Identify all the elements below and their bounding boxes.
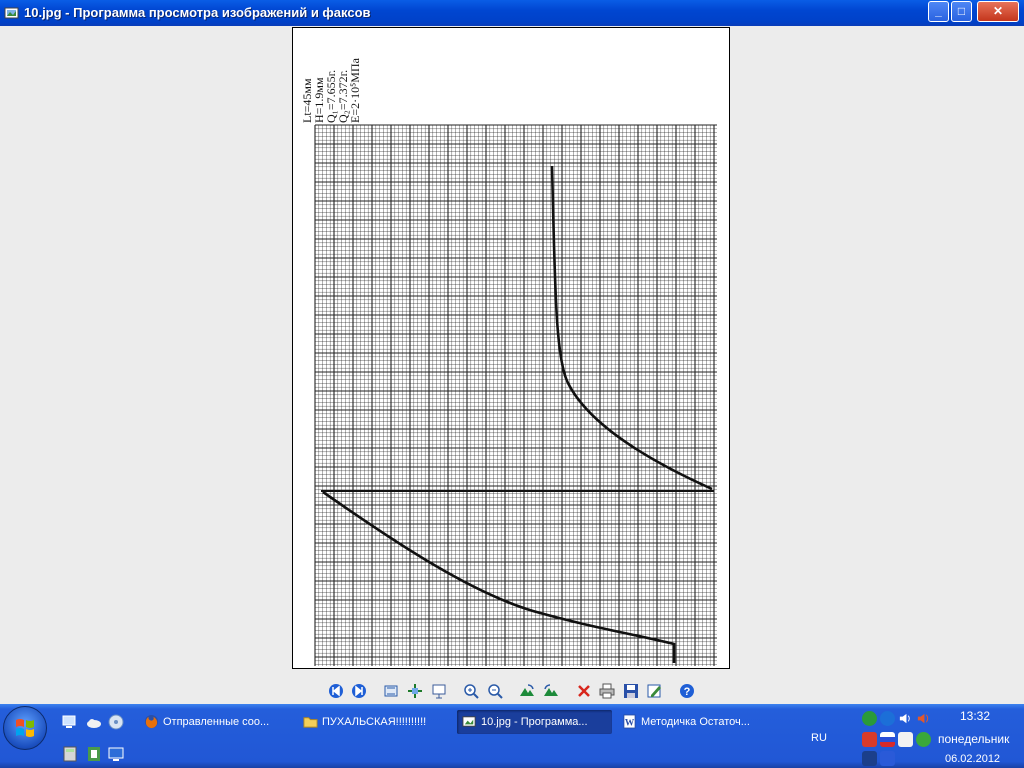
quicklaunch-media-button[interactable] bbox=[108, 714, 124, 730]
title-bar[interactable]: 10.jpg - Программа просмотра изображений… bbox=[0, 0, 1024, 26]
media-player-icon bbox=[108, 714, 124, 730]
actual-size-icon bbox=[408, 684, 422, 698]
zoom-out-icon bbox=[488, 684, 503, 699]
messenger-tray-icon[interactable] bbox=[916, 732, 931, 747]
device-tray-icon[interactable] bbox=[898, 732, 913, 747]
document-icon bbox=[88, 747, 100, 761]
help-icon: ? bbox=[680, 684, 694, 698]
close-button[interactable]: ✕ bbox=[977, 1, 1019, 22]
edit-icon bbox=[647, 684, 661, 698]
zoom-in-button[interactable] bbox=[462, 682, 480, 700]
taskbar: Отправленные соо... ПУХАЛЬСКАЯ!!!!!!!!!!… bbox=[0, 704, 1024, 768]
show-desktop-button[interactable] bbox=[62, 714, 78, 730]
svg-text:W: W bbox=[625, 718, 635, 728]
word-document-icon: W bbox=[623, 714, 636, 729]
slideshow-icon bbox=[432, 684, 446, 699]
help-button[interactable]: ? bbox=[678, 682, 696, 700]
next-image-button[interactable] bbox=[350, 682, 368, 700]
zoom-in-icon bbox=[464, 684, 479, 699]
vk-tray-icon[interactable] bbox=[880, 751, 895, 766]
rotate-counterclockwise-button[interactable] bbox=[542, 682, 560, 700]
app-tray-icon[interactable] bbox=[862, 751, 877, 766]
rotate-clockwise-button[interactable] bbox=[518, 682, 536, 700]
utorrent-tray-icon[interactable] bbox=[862, 711, 877, 726]
language-flag-icon[interactable] bbox=[880, 732, 895, 747]
viewer-toolbar: ? bbox=[0, 678, 1024, 704]
taskbar-button-label: 10.jpg - Программа... bbox=[481, 716, 588, 728]
previous-image-button[interactable] bbox=[327, 682, 345, 700]
svg-text:?: ? bbox=[684, 686, 691, 698]
best-fit-button[interactable] bbox=[382, 682, 400, 700]
cloud-icon bbox=[87, 719, 101, 728]
taskbar-button-image-viewer[interactable]: 10.jpg - Программа... bbox=[457, 710, 612, 734]
legend-line: E=2·10⁵МПа bbox=[348, 58, 362, 123]
print-button[interactable] bbox=[598, 682, 616, 700]
save-icon bbox=[624, 684, 638, 698]
image-legend: Lt=45мм H=1.9мм Q₁=7.655г. Q₂=7.372г. E=… bbox=[300, 58, 362, 123]
image-viewport[interactable]: Lt=45мм H=1.9мм Q₁=7.655г. Q₂=7.372г. E=… bbox=[0, 26, 1024, 678]
grid-lines bbox=[314, 124, 717, 666]
speaker-tray-icon[interactable] bbox=[916, 711, 931, 726]
image-viewer-icon bbox=[462, 716, 476, 727]
delete-icon bbox=[578, 685, 590, 697]
firefox-icon bbox=[144, 714, 159, 729]
slideshow-button[interactable] bbox=[430, 682, 448, 700]
monitor-icon bbox=[108, 747, 124, 761]
taskbar-button-label: ПУХАЛЬСКАЯ!!!!!!!!!! bbox=[322, 716, 427, 728]
image-viewer-icon bbox=[4, 7, 19, 19]
rotate-counterclockwise-icon bbox=[544, 684, 558, 696]
taskbar-button-label: Отправленные соо... bbox=[163, 716, 270, 728]
delete-button[interactable] bbox=[575, 682, 593, 700]
graph-paper bbox=[314, 124, 717, 666]
save-button[interactable] bbox=[622, 682, 640, 700]
edit-button[interactable] bbox=[646, 682, 664, 700]
clock-day: понедельник bbox=[938, 732, 1010, 746]
print-icon bbox=[599, 683, 615, 699]
quicklaunch-app-button[interactable] bbox=[62, 746, 78, 762]
start-button[interactable] bbox=[3, 706, 47, 750]
show-desktop-icon bbox=[62, 715, 76, 728]
zoom-out-button[interactable] bbox=[486, 682, 504, 700]
quicklaunch-app-button[interactable] bbox=[86, 746, 102, 762]
previous-image-icon bbox=[329, 684, 343, 698]
antivirus-tray-icon[interactable] bbox=[862, 732, 877, 747]
next-image-icon bbox=[352, 684, 366, 698]
language-indicator[interactable]: RU bbox=[811, 732, 827, 744]
taskbar-button-label: Методичка Остаточ... bbox=[641, 716, 750, 728]
quicklaunch-cloud-button[interactable] bbox=[86, 714, 102, 730]
calculator-icon bbox=[63, 746, 77, 762]
rotate-clockwise-icon bbox=[520, 684, 534, 696]
maximize-button[interactable]: □ bbox=[951, 1, 972, 22]
taskbar-button-firefox[interactable]: Отправленные соо... bbox=[139, 710, 294, 734]
actual-size-button[interactable] bbox=[406, 682, 424, 700]
network-tray-icon[interactable] bbox=[880, 711, 895, 726]
displayed-image: Lt=45мм H=1.9мм Q₁=7.655г. Q₂=7.372г. E=… bbox=[292, 27, 730, 669]
taskbar-button-folder[interactable]: ПУХАЛЬСКАЯ!!!!!!!!!! bbox=[298, 710, 453, 734]
volume-icon[interactable] bbox=[898, 711, 913, 726]
clock-date: 06.02.2012 bbox=[945, 753, 1001, 765]
taskbar-button-word[interactable]: W Методичка Остаточ... bbox=[617, 710, 772, 734]
quicklaunch-app-button[interactable] bbox=[108, 746, 124, 762]
minimize-button[interactable]: _ bbox=[928, 1, 949, 22]
windows-logo-icon bbox=[16, 719, 34, 737]
clock-time[interactable]: 13:32 bbox=[960, 709, 990, 723]
folder-icon bbox=[303, 717, 318, 728]
window-title: 10.jpg - Программа просмотра изображений… bbox=[24, 5, 371, 20]
best-fit-icon bbox=[384, 685, 398, 697]
